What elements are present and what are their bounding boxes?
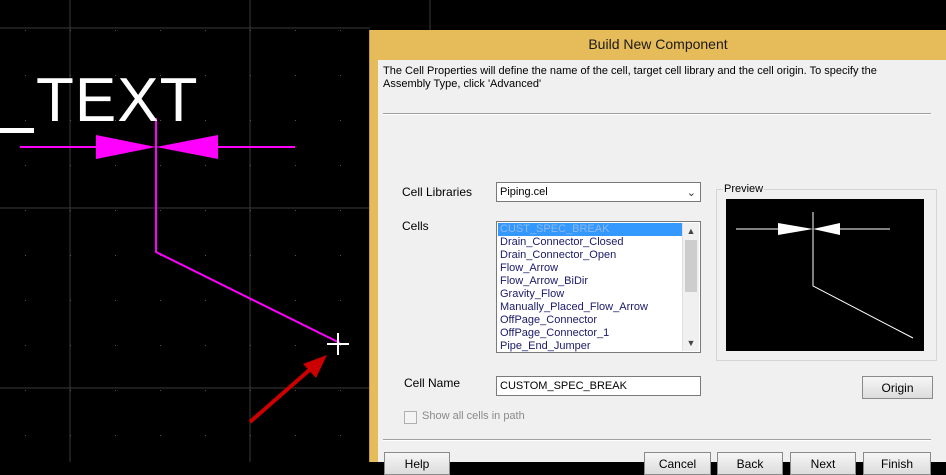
description-text: The Cell Properties will define the name… (383, 65, 877, 90)
cell-list-item[interactable]: Drain_Connector_Closed (498, 236, 683, 249)
dialog-body: The Cell Properties will define the name… (378, 60, 946, 475)
chevron-down-icon[interactable]: ⌄ (687, 184, 696, 202)
cancel-button[interactable]: Cancel (644, 452, 711, 475)
cell-list-item[interactable]: Gravity_Flow (498, 288, 683, 301)
back-button[interactable]: Back (717, 452, 783, 475)
cell-list-item[interactable]: OffPage_Connector (498, 314, 683, 327)
top-separator (383, 113, 931, 115)
cell-list-item[interactable]: OffPage_Connector_1 (498, 327, 683, 340)
cells-listbox[interactable]: CUST_SPEC_BREAK Drain_Connector_Closed Dra… (496, 221, 701, 353)
spec-break-element[interactable] (20, 118, 341, 344)
cell-list-item[interactable]: Drain_Connector_Open (498, 249, 683, 262)
text-underscore (0, 128, 34, 133)
cells-label: Cells (402, 219, 429, 233)
cell-list-item[interactable]: Pipe_End_Jumper (498, 340, 683, 352)
cells-list: CUST_SPEC_BREAK Drain_Connector_Closed Dra… (498, 223, 683, 352)
drawing-text-element[interactable]: TEXT (36, 66, 198, 136)
show-all-cells-checkbox[interactable] (404, 411, 417, 424)
cell-list-item[interactable]: Flow_Arrow (498, 262, 683, 275)
dialog-title[interactable]: Build New Component (370, 30, 946, 58)
finish-button[interactable]: Finish (863, 452, 931, 475)
preview-label: Preview (723, 183, 765, 195)
cell-list-item[interactable]: Manually_Placed_Flow_Arrow (498, 301, 683, 314)
crosshair-cursor-icon (327, 333, 349, 355)
scroll-up-icon[interactable]: ▲ (683, 223, 699, 239)
cell-libraries-dropdown[interactable]: Piping.cel ⌄ (496, 182, 701, 202)
preview-canvas (726, 199, 924, 351)
help-button[interactable]: Help (384, 452, 450, 475)
bottom-separator (383, 439, 931, 441)
cell-list-item[interactable]: CUST_SPEC_BREAK (498, 223, 683, 236)
show-all-cells-label: Show all cells in path (422, 410, 525, 422)
cells-scrollbar[interactable]: ▲ ▼ (682, 223, 699, 351)
scroll-down-icon[interactable]: ▼ (683, 335, 699, 351)
next-button[interactable]: Next (790, 452, 856, 475)
cell-libraries-label: Cell Libraries (402, 185, 473, 199)
build-new-component-dialog: Build New Component The Cell Properties … (369, 30, 946, 475)
cell-name-label: Cell Name (404, 376, 461, 390)
cell-library-value: Piping.cel (500, 186, 548, 198)
scrollbar-thumb[interactable] (685, 240, 697, 292)
origin-button[interactable]: Origin (862, 376, 933, 399)
cell-list-item[interactable]: Flow_Arrow_BiDir (498, 275, 683, 288)
cell-name-input[interactable]: CUSTOM_SPEC_BREAK (496, 376, 701, 396)
